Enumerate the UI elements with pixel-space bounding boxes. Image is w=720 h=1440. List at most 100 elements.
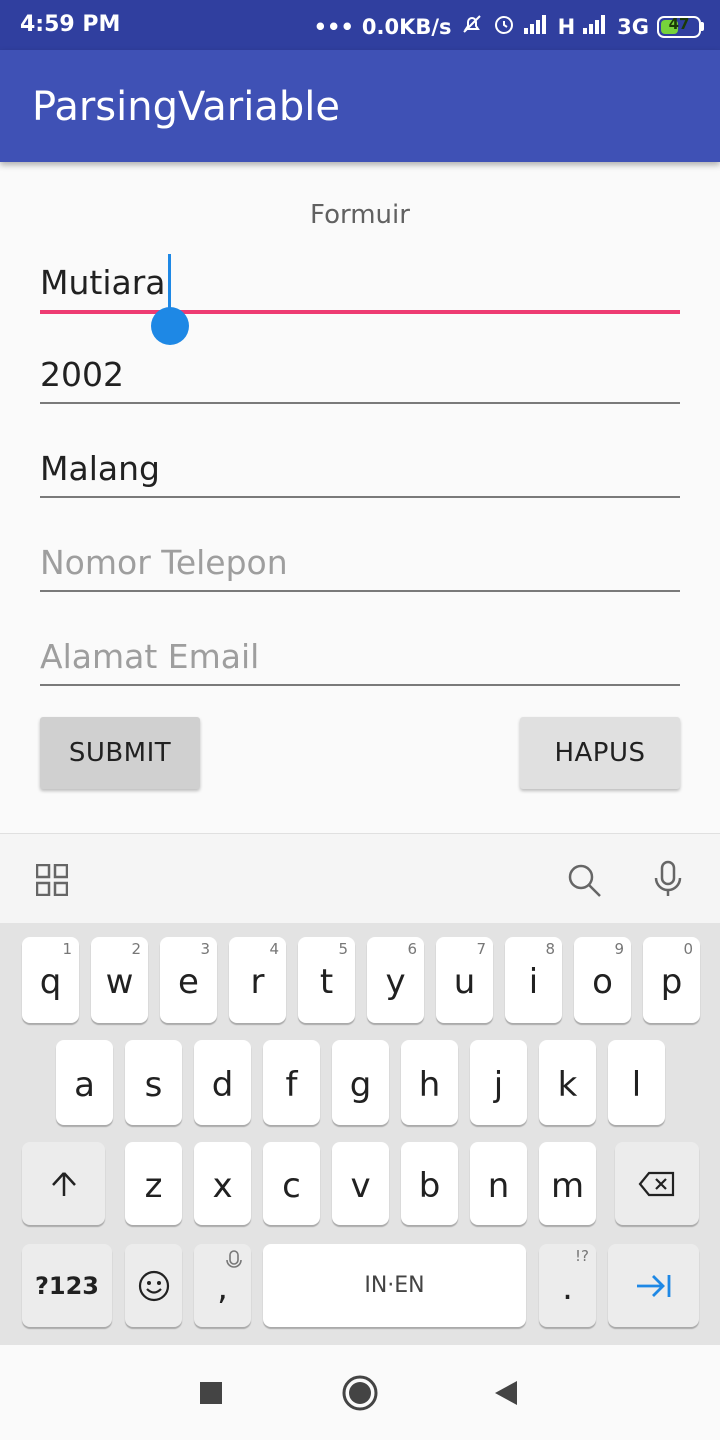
phone-field-placeholder: Nomor Telepon (40, 543, 288, 582)
key-o[interactable]: 9o (574, 937, 631, 1023)
caret-handle[interactable] (151, 307, 189, 345)
key-label: w (105, 962, 134, 1002)
key-label: u (453, 962, 476, 1002)
key-z[interactable]: z (125, 1142, 182, 1225)
key-label: r (250, 962, 265, 1002)
key-u[interactable]: 7u (436, 937, 493, 1023)
home-icon (342, 1375, 378, 1411)
key-r[interactable]: 4r (229, 937, 286, 1023)
key-i[interactable]: 8i (505, 937, 562, 1023)
key-label: d (211, 1064, 234, 1105)
key-label: n (487, 1165, 510, 1206)
key-e[interactable]: 3e (160, 937, 217, 1023)
key-label: h (418, 1064, 441, 1105)
key-l[interactable]: l (608, 1040, 665, 1125)
symbols-key[interactable]: ?123 (22, 1244, 112, 1327)
signal-icon (523, 14, 550, 39)
space-key-label: IN·EN (364, 1273, 425, 1298)
key-s[interactable]: s (125, 1040, 182, 1125)
key-label: f (285, 1064, 298, 1105)
key-label: a (74, 1064, 95, 1105)
key-a[interactable]: a (56, 1040, 113, 1125)
space-key[interactable]: IN·EN (263, 1244, 526, 1327)
key-label: t (319, 962, 334, 1002)
key-label: k (557, 1064, 578, 1105)
phone-field[interactable]: Nomor Telepon (40, 532, 680, 592)
backspace-key[interactable] (615, 1142, 699, 1225)
year-field[interactable]: 2002 (40, 344, 680, 404)
key-t[interactable]: 5t (298, 937, 355, 1023)
recents-button[interactable] (199, 1381, 223, 1409)
alarm-icon (492, 12, 516, 41)
symbols-key-label: ?123 (34, 1271, 100, 1300)
mute-icon (460, 12, 484, 41)
key-hint: 7 (476, 940, 486, 958)
key-label: q (39, 962, 62, 1002)
key-hint: 9 (614, 940, 624, 958)
name-field-value: Mutiara (40, 263, 166, 302)
apps-grid-icon[interactable] (35, 863, 69, 900)
key-q[interactable]: 1q (22, 937, 79, 1023)
key-hint: 4 (269, 940, 279, 958)
key-hint: 8 (545, 940, 555, 958)
name-field[interactable]: Mutiara (40, 254, 680, 314)
key-b[interactable]: b (401, 1142, 458, 1225)
comma-key[interactable]: , (194, 1244, 251, 1327)
microphone-icon[interactable] (652, 860, 684, 902)
battery-level: 47 (668, 14, 690, 33)
key-label: x (212, 1165, 233, 1206)
more-notifications-icon: ••• (313, 14, 354, 39)
email-field[interactable]: Alamat Email (40, 626, 680, 686)
key-x[interactable]: x (194, 1142, 251, 1225)
key-p[interactable]: 0p (643, 937, 700, 1023)
year-field-value: 2002 (40, 355, 124, 394)
home-button[interactable] (341, 1374, 379, 1416)
key-k[interactable]: k (539, 1040, 596, 1125)
network-speed: 0.0KB/s (361, 14, 452, 39)
key-label: j (493, 1064, 504, 1105)
status-indicators: ••• 0.0KB/s H 3G 47 (314, 12, 704, 41)
emoji-key[interactable] (125, 1244, 182, 1327)
status-bar: 4:59 PM ••• 0.0KB/s H 3G 47 (0, 0, 720, 50)
mic-hint-icon (226, 1250, 242, 1268)
city-field-value: Malang (40, 449, 160, 488)
key-w[interactable]: 2w (91, 937, 148, 1023)
back-icon (495, 1381, 517, 1405)
period-key[interactable]: !? . (539, 1244, 596, 1327)
key-label: s (144, 1064, 163, 1105)
backspace-icon (638, 1171, 675, 1196)
key-n[interactable]: n (470, 1142, 527, 1225)
key-label: p (660, 962, 683, 1002)
key-d[interactable]: d (194, 1040, 251, 1125)
hapus-button[interactable]: HAPUS (520, 717, 680, 789)
status-time: 4:59 PM (20, 12, 121, 37)
submit-button[interactable]: SUBMIT (40, 717, 200, 789)
key-j[interactable]: j (470, 1040, 527, 1125)
next-key[interactable] (608, 1244, 699, 1327)
key-v[interactable]: v (332, 1142, 389, 1225)
key-y[interactable]: 6y (367, 937, 424, 1023)
battery-icon: 47 (657, 14, 704, 38)
text-caret (168, 254, 171, 314)
key-label: m (550, 1165, 585, 1206)
comma-key-label: , (217, 1267, 228, 1308)
key-g[interactable]: g (332, 1040, 389, 1125)
form-heading: Formuir (310, 200, 410, 230)
key-label: v (350, 1165, 371, 1206)
key-label: g (349, 1064, 372, 1105)
key-hint: 1 (62, 940, 72, 958)
recents-icon (200, 1382, 222, 1404)
key-c[interactable]: c (263, 1142, 320, 1225)
search-icon[interactable] (566, 862, 602, 902)
city-field[interactable]: Malang (40, 438, 680, 498)
back-button[interactable] (493, 1379, 519, 1411)
keyboard-toolbar (0, 833, 720, 923)
shift-key[interactable] (22, 1142, 105, 1225)
key-m[interactable]: m (539, 1142, 596, 1225)
key-h[interactable]: h (401, 1040, 458, 1125)
keyboard: 1q2w3e4r5t6y7u8i9o0p asdfghjkl zxcvbnm ?… (0, 923, 720, 1345)
network-type-2: 3G (617, 14, 649, 39)
key-f[interactable]: f (263, 1040, 320, 1125)
key-hint: 6 (407, 940, 417, 958)
emoji-icon (138, 1270, 169, 1301)
